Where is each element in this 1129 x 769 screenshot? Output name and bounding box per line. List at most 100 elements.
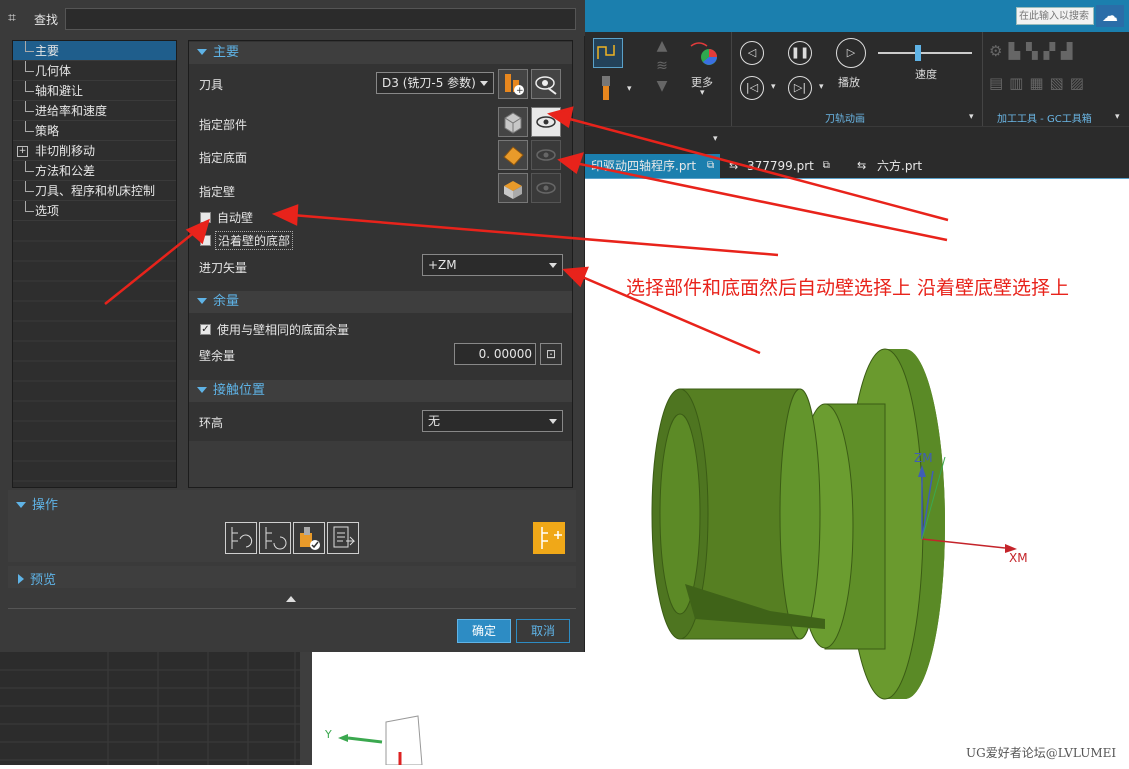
section-title: 操作 — [32, 498, 59, 513]
tool-label: 刀具 — [199, 78, 224, 92]
chevron-up-icon[interactable] — [286, 596, 296, 602]
tree-item-non-cutting[interactable]: + 非切削移动 — [13, 141, 176, 161]
tree-item-label: 轴和避让 — [35, 84, 84, 98]
display-floor-button[interactable] — [531, 140, 561, 170]
section-operations-header[interactable]: 操作 — [8, 494, 58, 513]
tool-dropdown-icon[interactable]: ▾ — [627, 84, 632, 94]
tree-item-label: 非切削移动 — [35, 144, 96, 158]
gc-group-dropdown-icon[interactable]: ▾ — [1115, 112, 1120, 122]
part-file-icon: ⇆ — [857, 159, 867, 172]
tree-item-strategy[interactable]: 策略 — [13, 121, 176, 141]
tree-item-options[interactable]: 选项 — [13, 201, 176, 221]
display-wall-button[interactable] — [531, 173, 561, 203]
tool-icon[interactable] — [599, 76, 613, 102]
section-stock-header[interactable]: 余量 — [189, 291, 572, 313]
add-operation-button[interactable] — [533, 522, 565, 554]
animation-group-dropdown-icon[interactable]: ▾ — [969, 112, 974, 122]
tab-part-377799[interactable]: ⇆ 377799.prt ⧉ — [727, 154, 836, 178]
ring-height-label: 环高 — [199, 416, 224, 430]
play-icon[interactable]: ▷ — [836, 38, 866, 68]
go-to-end-icon[interactable]: ▷| — [788, 76, 812, 100]
section-title: 接触位置 — [213, 383, 266, 398]
wall-stock-label: 壁余量 — [199, 349, 236, 363]
tree-item-feeds[interactable]: 进给率和速度 — [13, 101, 176, 121]
order-arrows-icon[interactable]: ▲ ≋ ▼ — [655, 36, 669, 102]
feed-vector-value: +ZM — [428, 258, 457, 272]
tree-item-main[interactable]: 主要 — [13, 41, 176, 61]
collapse-icon — [197, 387, 207, 393]
new-tool-button[interactable]: + — [498, 69, 528, 99]
ring-height-select[interactable]: 无 — [422, 410, 563, 432]
speed-slider[interactable] — [878, 52, 972, 54]
same-floor-stock-label: 使用与壁相同的底面余量 — [217, 323, 350, 337]
replay-button[interactable] — [259, 522, 291, 554]
section-preview-header[interactable]: 预览 — [8, 569, 56, 588]
chevron-down-icon — [549, 263, 557, 268]
divider — [8, 608, 576, 609]
collapse-icon — [197, 298, 207, 304]
ribbon: ▾ ▲ ≋ ▼ 更多 ▾ ◁ ❚❚ ▷ 播放 速度 |◁ ▾ ▷| ▾ 刀轨动画 ▾… — [585, 32, 1129, 126]
graphics-viewport[interactable]: ZM XM — [348, 178, 1129, 768]
ok-button[interactable]: 确定 — [457, 619, 511, 643]
select-wall-button[interactable] — [498, 173, 528, 203]
gc-tools-row-2-icons[interactable]: ▤▥▦▧▨ — [989, 74, 1129, 94]
same-floor-stock-checkbox[interactable]: ✓ — [200, 324, 211, 335]
wall-stock-input[interactable]: 0. 00000 — [454, 343, 536, 365]
toolpath-display-icon[interactable] — [593, 38, 623, 68]
gc-tools-row-1-icons[interactable]: ⚙▙▚▞▟ — [989, 42, 1129, 62]
more-dropdown-icon[interactable]: ▾ — [700, 88, 705, 98]
ribbon-collapse-icon[interactable]: ▾ — [713, 134, 718, 144]
operation-dialog: ⌗ 查找 主要 几何体 轴和避让 进给率和速度 策略 + 非切削移动 方法和公差 … — [0, 0, 585, 652]
expand-icon[interactable]: + — [17, 146, 28, 157]
find-bar: ⌗ 查找 — [0, 0, 585, 36]
tree-item-methods[interactable]: 方法和公差 — [13, 161, 176, 181]
pause-icon[interactable]: ❚❚ — [788, 41, 812, 65]
auto-wall-checkbox[interactable] — [200, 212, 211, 223]
edit-display-tool-button[interactable] — [531, 69, 561, 99]
annotation-text: 选择部件和底面然后自动壁选择上 沿着壁底壁选择上 — [626, 277, 1070, 299]
select-part-button[interactable] — [498, 107, 528, 137]
step-back-icon[interactable]: ◁ — [740, 41, 764, 65]
tab-label: 377799.prt — [747, 159, 814, 173]
document-tabs: 印驱动四轴程序.prt ⧉ ⇆ 377799.prt ⧉ ⇆ 六方.prt — [585, 152, 1129, 178]
along-wall-bottom-checkbox[interactable] — [200, 235, 211, 246]
tab-hex[interactable]: ⇆ 六方.prt — [855, 154, 928, 178]
verify-button[interactable] — [293, 522, 325, 554]
settings-tree: 主要 几何体 轴和避让 进给率和速度 策略 + 非切削移动 方法和公差 刀具、程序… — [12, 40, 177, 488]
lock-icon[interactable]: ⊡ — [540, 343, 562, 365]
list-button[interactable] — [327, 522, 359, 554]
display-color-icon[interactable] — [689, 38, 719, 68]
chevron-down-icon — [480, 81, 488, 86]
part-file-icon: ⇆ — [729, 159, 739, 172]
preview-section[interactable]: 预览 — [8, 566, 576, 588]
feed-vector-select[interactable]: +ZM — [422, 254, 563, 276]
tree-item-tool-control[interactable]: 刀具、程序和机床控制 — [13, 181, 176, 201]
tree-item-axis[interactable]: 轴和避让 — [13, 81, 176, 101]
tree-item-geometry[interactable]: 几何体 — [13, 61, 176, 81]
binoculars-icon: ⌗ — [8, 10, 16, 26]
select-floor-button[interactable] — [498, 140, 528, 170]
display-part-button[interactable] — [531, 107, 561, 137]
go-to-start-icon[interactable]: |◁ — [740, 76, 764, 100]
app-search-input[interactable]: 在此输入以搜索 — [1016, 7, 1094, 25]
play-label: 播放 — [838, 76, 860, 89]
cloud-icon[interactable]: ☁ — [1096, 5, 1124, 27]
tab-open-icon[interactable]: ⧉ — [823, 154, 830, 178]
tab-open-icon[interactable]: ⧉ — [707, 154, 714, 178]
section-contact-header[interactable]: 接触位置 — [189, 380, 572, 402]
section-main-header[interactable]: 主要 — [189, 42, 572, 64]
end-dropdown-icon[interactable]: ▾ — [819, 82, 824, 92]
ribbon-bottom-strip: ▾ — [585, 126, 1129, 152]
start-dropdown-icon[interactable]: ▾ — [771, 82, 776, 92]
speed-label: 速度 — [915, 68, 937, 81]
generate-button[interactable] — [225, 522, 257, 554]
speed-slider-handle[interactable] — [915, 45, 921, 61]
tree-item-label: 方法和公差 — [35, 164, 96, 178]
find-input[interactable] — [65, 8, 576, 30]
cancel-button[interactable]: 取消 — [516, 619, 570, 643]
tool-select[interactable]: D3 (铣刀-5 参数) — [376, 72, 494, 94]
tree-item-label: 刀具、程序和机床控制 — [35, 184, 156, 198]
panel-splitter[interactable] — [300, 652, 312, 765]
axis-xm-label: XM — [1009, 551, 1028, 565]
tab-program[interactable]: 印驱动四轴程序.prt ⧉ — [585, 154, 721, 178]
